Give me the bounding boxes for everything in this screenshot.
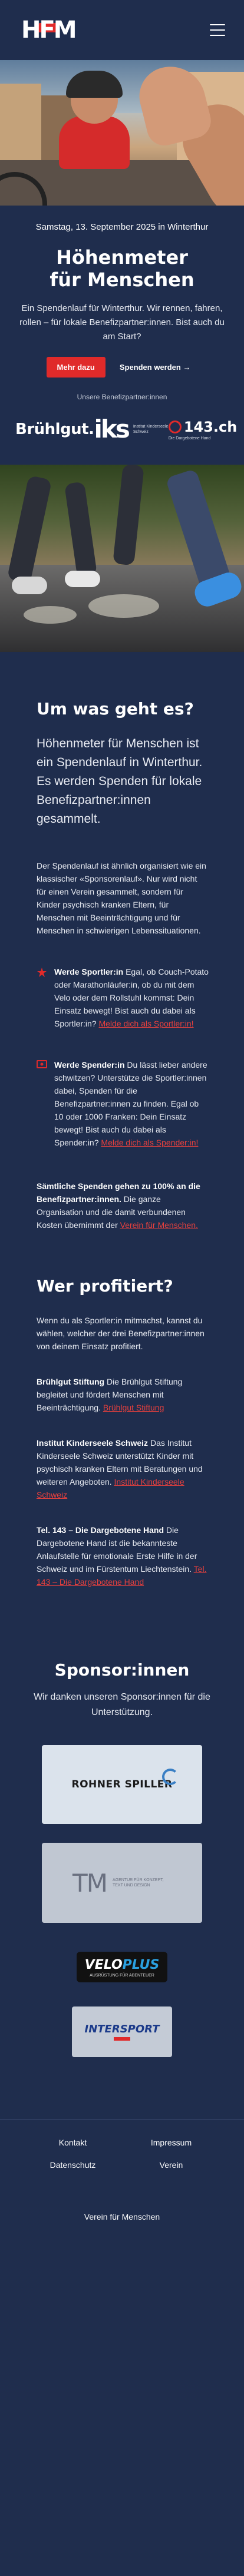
intro-text: Höhenmeter für Menschen ist ein Spendenl… (37, 737, 203, 826)
runner-leg (64, 481, 97, 578)
feature-sportler: Werde Sportler:in Egal, ob Couch-Potato … (37, 965, 209, 1030)
logo-text: HFM (21, 16, 77, 44)
menu-line (210, 35, 225, 36)
hero-lead: Ein Spendenlauf für Winterthur. Wir renn… (19, 303, 225, 342)
section-heading-profit: Wer profitiert? (37, 1276, 173, 1296)
footer-link-impressum[interactable]: Impressum (122, 2137, 220, 2148)
site-logo[interactable]: HFM (21, 17, 77, 43)
hero-title-line1: Höhenmeter (56, 246, 188, 269)
hero-section: Samstag, 13. September 2025 in Winterthu… (0, 206, 244, 465)
runners-image (0, 465, 244, 652)
partners-label: Unsere Benefizpartner:innen (77, 393, 167, 401)
iks-logo-mark: iks (94, 415, 130, 443)
partner-bruehlgut: Brühlgut Stiftung Die Brühlgut Stiftung … (37, 1375, 209, 1414)
info-section: Um was geht es? Höhenmeter für Menschen … (0, 652, 244, 1607)
section-heading-sponsors: Sponsor:innen (54, 1660, 190, 1680)
partner-logos: Brühlgut. iks Institut Kinderseele Schwe… (13, 413, 237, 446)
sponsors-subtitle: Wir danken unseren Sponsor:innen für die… (34, 1692, 210, 1717)
partner-title: Brühlgut Stiftung (37, 1377, 105, 1386)
hero-buttons: Mehr dazu Spenden werden → (13, 357, 231, 378)
description-text: Der Spendenlauf ist ähnlich organisiert … (37, 861, 206, 935)
bruehlgut-logo[interactable]: Brühlgut. (15, 420, 94, 438)
tm-logo: TM AGENTUR FÜR KONZEPT, TEXT UND DESIGN (72, 1869, 172, 1898)
iks-logo-text: Institut Kinderseele Schweiz (133, 425, 169, 434)
hero-rider-body (59, 116, 130, 169)
rohner-swoosh-icon (162, 1769, 179, 1785)
donations-note-title: Sämtliche Spenden gehen zu 100% an die B… (37, 1181, 200, 1204)
footer-link-kontakt[interactable]: Kontakt (24, 2137, 122, 2148)
water-splash (24, 606, 77, 624)
become-donor-button[interactable]: Spenden werden → (113, 357, 198, 378)
event-date: Samstag, 13. September 2025 in Winterthu… (35, 222, 209, 232)
site-header: HFM (0, 0, 244, 60)
intersport-logo-text: INTERSPORT (84, 2023, 160, 2035)
intersport-logo: INTERSPORT (84, 2023, 160, 2041)
partner-iks: Institut Kinderseele Schweiz Das Institu… (37, 1436, 209, 1501)
footer-link-datenschutz[interactable]: Datenschutz (24, 2159, 122, 2171)
site-footer: Kontakt Impressum Datenschutz Verein Ver… (0, 2120, 244, 2238)
money-bill-icon (37, 1058, 47, 1149)
iks-logo[interactable]: iks Institut Kinderseele Schweiz (94, 416, 169, 442)
sponsors-section: Sponsor:innen Wir danken unseren Sponsor… (0, 1607, 244, 2120)
sport-lightning-icon (37, 965, 47, 1030)
more-info-button[interactable]: Mehr dazu (46, 357, 105, 378)
partner-link-bruehlgut[interactable]: Brühlgut Stiftung (103, 1403, 164, 1412)
register-sportler-link[interactable]: Melde dich als Sportler:in! (98, 1019, 193, 1028)
hero-title-line2: für Menschen (50, 269, 194, 291)
menu-line (210, 24, 225, 25)
sponsor-rohner-spiller[interactable]: ROHNER SPILLER (42, 1745, 202, 1824)
partner-title: Tel. 143 – Die Dargebotene Hand (37, 1525, 164, 1535)
feature-spender-text: Werde Spender:in Du lässt lieber andere … (54, 1058, 209, 1149)
tel143-subtitle: Die Dargebotene Hand (168, 436, 211, 441)
hamburger-menu-icon[interactable] (210, 24, 225, 36)
veloplus-name-a: VELO (84, 1958, 123, 1972)
menu-line (210, 29, 225, 31)
feature-spender-title: Werde Spender:in (54, 1060, 125, 1070)
tm-logo-text: AGENTUR FÜR KONZEPT, TEXT UND DESIGN (112, 1878, 164, 1888)
section-heading-about: Um was geht es? (37, 699, 194, 719)
intersport-bar (113, 2037, 130, 2041)
feature-spender-body: Du lässt lieber andere schwitzen? Unters… (54, 1060, 207, 1147)
profit-text: Wenn du als Sportler:in mitmachst, kanns… (37, 1316, 205, 1351)
tel143-number: 143.ch (183, 418, 238, 435)
footer-copyright: Verein für Menschen (84, 2212, 160, 2221)
hero-title: Höhenmeter für Menschen (13, 246, 231, 291)
sponsor-tm-agentur[interactable]: TM AGENTUR FÜR KONZEPT, TEXT UND DESIGN (42, 1843, 202, 1923)
tel143-logo[interactable]: 143.ch Die Dargebotene Hand (168, 418, 238, 441)
rohner-spiller-logo-text: ROHNER SPILLER (71, 1779, 173, 1790)
partner-tel143: Tel. 143 – Die Dargebotene Hand Die Darg… (37, 1524, 209, 1588)
veloplus-subtitle: AUSRÜSTUNG FÜR ABENTEUER (90, 1974, 154, 1978)
runner-leg (113, 465, 144, 566)
veloplus-name-b: PLUS (122, 1958, 160, 1972)
tel143-hand-icon (168, 420, 182, 433)
tel143-row: 143.ch (168, 418, 238, 435)
hero-building (0, 84, 41, 160)
partner-title: Institut Kinderseele Schweiz (37, 1438, 149, 1448)
runner-shoe (12, 577, 47, 594)
runner-shoe (65, 571, 100, 587)
verein-link[interactable]: Verein für Menschen. (120, 1220, 198, 1230)
donations-note: Sämtliche Spenden gehen zu 100% an die B… (37, 1180, 209, 1231)
tm-logo-mark: TM (72, 1868, 108, 1898)
footer-link-verein[interactable]: Verein (122, 2159, 220, 2171)
feature-spender: Werde Spender:in Du lässt lieber andere … (37, 1058, 209, 1149)
veloplus-logo: VELOPLUS AUSRÜSTUNG FÜR ABENTEUER (76, 1952, 168, 1982)
register-spender-link[interactable]: Melde dich als Spender:in! (101, 1138, 198, 1147)
veloplus-name: VELOPLUS (85, 1958, 160, 1972)
footer-links: Kontakt Impressum Datenschutz Verein (0, 2137, 244, 2171)
feature-sportler-title: Werde Sportler:in (54, 967, 124, 976)
feature-sportler-text: Werde Sportler:in Egal, ob Couch-Potato … (54, 965, 209, 1030)
sponsor-intersport[interactable]: INTERSPORT (72, 2007, 172, 2057)
water-splash (88, 594, 159, 618)
sponsor-veloplus[interactable]: VELOPLUS AUSRÜSTUNG FÜR ABENTEUER (76, 1941, 168, 1994)
hero-image-cyclist (0, 60, 244, 206)
